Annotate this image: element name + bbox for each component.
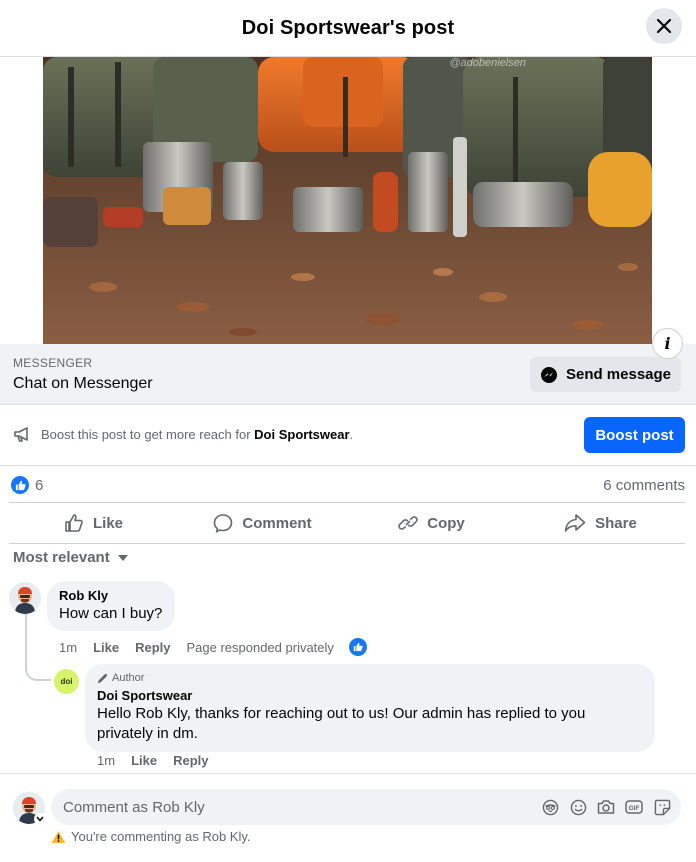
comment-reply-button[interactable]: Reply [135, 640, 170, 655]
comment-sort-dropdown[interactable]: Most relevant [13, 549, 128, 566]
caret-down-icon [117, 554, 128, 561]
send-message-label: Send message [565, 366, 672, 383]
like-reaction-icon[interactable] [11, 476, 29, 494]
share-arrow-icon [564, 514, 586, 532]
reply-bubble: Author Doi Sportswear Hello Rob Kly, tha… [85, 664, 655, 752]
comment-action-label: Comment [242, 514, 312, 532]
gif-icon[interactable]: GIF [625, 798, 643, 816]
copy-action-button[interactable]: Copy [347, 503, 516, 543]
comment-author[interactable]: Doi Sportswear [97, 688, 192, 703]
composer-tools: GIF [541, 798, 671, 816]
messenger-icon [540, 366, 557, 383]
comment-text: How can I buy? [59, 605, 163, 622]
camping-gear-image [43, 57, 652, 344]
boost-page-name: Doi Sportswear [254, 427, 350, 442]
thread-connector [25, 655, 51, 681]
info-button[interactable]: i [652, 328, 683, 359]
boost-row: Boost this post to get more reach for Do… [0, 405, 696, 466]
profile-switch-chevron[interactable] [34, 813, 46, 825]
boost-text-prefix: Boost this post to get more reach for [41, 427, 255, 442]
comment-time[interactable]: 1m [59, 640, 77, 655]
commenting-as-warning: You're commenting as Rob Kly. [51, 829, 251, 844]
page-responded-note: Page responded privately [186, 639, 334, 655]
warning-icon [51, 830, 66, 843]
warning-text: You're commenting as Rob Kly. [71, 829, 251, 844]
info-icon: i [664, 334, 671, 353]
comment-text: Hello Rob Kly, thanks for reaching out t… [97, 705, 586, 742]
thumbs-up-icon [65, 514, 83, 532]
comment-author[interactable]: Rob Kly [59, 588, 108, 603]
emoji-icon[interactable] [569, 798, 587, 816]
comment-input-wrapper: GIF [51, 789, 681, 825]
boost-text-suffix: . [349, 427, 354, 442]
photo-watermark: @adobenielsen [449, 57, 526, 69]
comment-like-reaction[interactable] [348, 638, 367, 656]
comment-action-button[interactable]: Comment [178, 503, 347, 543]
avatar[interactable] [9, 582, 41, 614]
copy-action-label: Copy [427, 514, 465, 532]
sticker-icon[interactable] [653, 798, 671, 816]
camera-icon[interactable] [597, 798, 615, 816]
post-photo[interactable]: @adobenielsen [43, 57, 652, 344]
like-action-label: Like [92, 514, 123, 532]
comment-bubble: Rob Kly How can I buy? [47, 581, 175, 631]
reaction-stats: 6 6 comments [9, 466, 685, 503]
thumbs-up-icon [353, 642, 363, 652]
like-action-button[interactable]: Like [9, 503, 178, 543]
comment-count[interactable]: 6 comments [603, 477, 685, 494]
comment-composer: GIF You're commenting as Rob Kly. [0, 773, 696, 862]
like-count[interactable]: 6 [35, 477, 43, 494]
author-badge-label: Author [112, 672, 145, 684]
svg-text:GIF: GIF [629, 805, 640, 812]
post-actions: Like Comment Copy Share [9, 503, 685, 544]
comment-bubble-icon [214, 514, 233, 533]
dialog-title: Doi Sportswear's post [241, 16, 455, 39]
boost-description: Boost this post to get more reach for Do… [41, 427, 353, 442]
comment-like-button[interactable]: Like [131, 753, 157, 768]
author-badge: Author [97, 672, 144, 684]
pencil-icon [97, 673, 108, 683]
share-action-button[interactable]: Share [516, 503, 685, 543]
megaphone-icon [14, 427, 28, 442]
messenger-cta-bar: MESSENGER Chat on Messenger Send message [0, 344, 696, 405]
avatar-sticker-icon[interactable] [541, 798, 559, 816]
comment-meta: 1m Like Reply Page responded privately [59, 638, 367, 656]
messenger-title: Chat on Messenger [13, 375, 153, 392]
boost-post-button[interactable]: Boost post [584, 417, 685, 453]
page-avatar[interactable]: doi [54, 669, 79, 694]
page-avatar-text: doi [60, 677, 73, 686]
close-icon [656, 18, 672, 34]
chevron-down-icon [36, 816, 44, 822]
comment-meta: 1m Like Reply [97, 753, 208, 768]
share-action-label: Share [595, 514, 637, 532]
post-dialog-header: Doi Sportswear's post [0, 0, 696, 57]
comment-input[interactable] [63, 789, 523, 825]
comment-reply-button[interactable]: Reply [173, 753, 208, 768]
link-icon [398, 516, 418, 530]
comment-time[interactable]: 1m [97, 753, 115, 768]
messenger-label: MESSENGER [13, 356, 93, 370]
sort-label: Most relevant [13, 549, 110, 566]
close-button[interactable] [646, 8, 682, 44]
send-message-button[interactable]: Send message [530, 357, 681, 392]
comment-like-button[interactable]: Like [93, 640, 119, 655]
